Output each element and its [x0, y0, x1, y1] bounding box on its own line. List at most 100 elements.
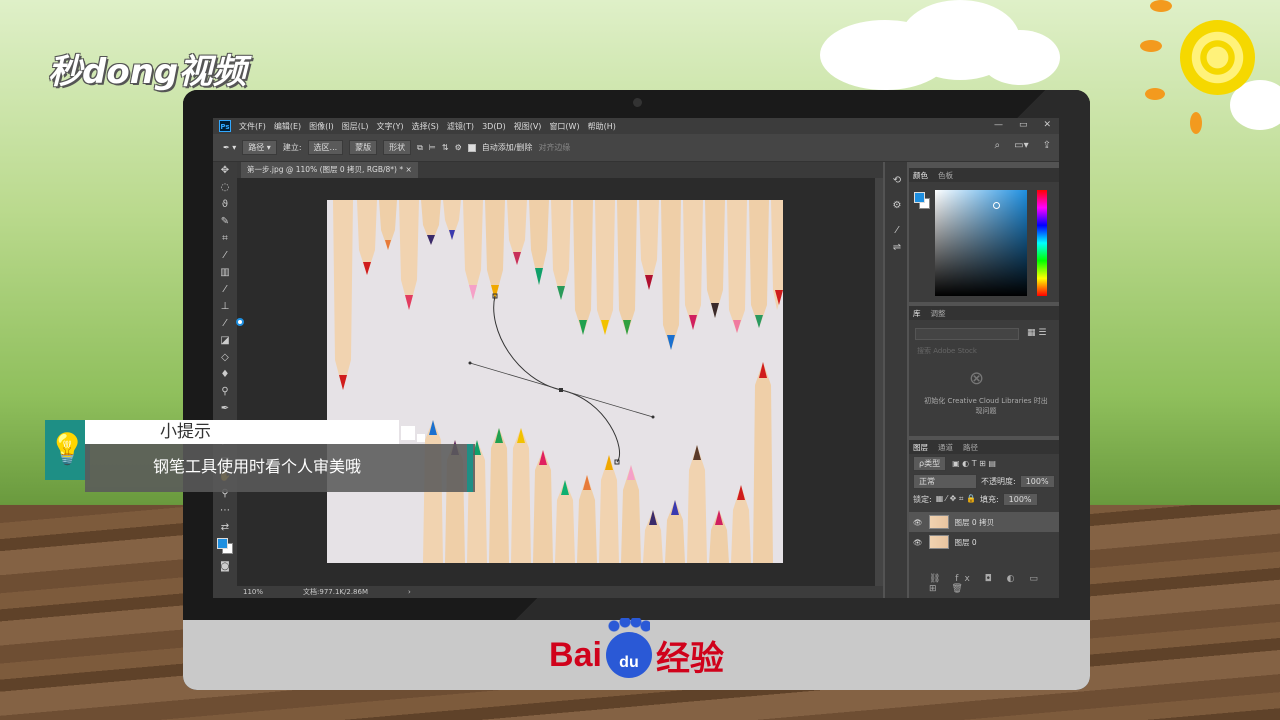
layer-row-selected[interactable]: 👁 图层 0 拷贝	[909, 512, 1059, 532]
menu-image[interactable]: 图像(I)	[309, 121, 334, 132]
tools-panel: ✥ ◌ ϑ ✎ ⌗ ⁄ ▥ ⁄ ⊥ ⁄ ◪ ◇ ♦ ⚲ ✒ T ➤ ▭ ✋ ⚲ …	[213, 162, 237, 598]
fill-input[interactable]: 100%	[1002, 492, 1038, 506]
layers-bottom-actions[interactable]: ⛓ fx ◘ ◐ ▭ ⊞ 🗑	[929, 574, 1059, 594]
menu-3d[interactable]: 3D(D)	[482, 122, 506, 131]
baidu-jingyan-logo: Bai du 经验	[549, 618, 724, 680]
menu-filter[interactable]: 滤镜(T)	[447, 121, 474, 132]
menu-layer[interactable]: 图层(L)	[342, 121, 369, 132]
document-size: 文档:977.1K/2.86M	[303, 588, 368, 596]
document-tab-title: 第一步.jpg @ 110% (图层 0 拷贝, RGB/8*) *	[247, 165, 404, 174]
align-edges-label[interactable]: 对齐边缘	[538, 142, 570, 153]
make-shape-button[interactable]: 形状	[383, 140, 412, 155]
layer-filter-icons[interactable]: ▣ ◐ T ⊞ ▤	[952, 459, 996, 468]
swap-colors-icon[interactable]: ⇄	[213, 519, 237, 536]
path-alignment-icon[interactable]: ⊨	[429, 143, 436, 152]
path-operations-icon[interactable]: ⧉	[417, 143, 423, 153]
pen-mode-select[interactable]: 路径 ▾	[242, 140, 277, 155]
document-tab-close-icon[interactable]: ×	[405, 165, 411, 174]
menu-edit[interactable]: 编辑(E)	[274, 121, 301, 132]
tab-color[interactable]: 颜色	[913, 170, 928, 181]
libraries-error-message: 初始化 Creative Cloud Libraries 时出现问题	[924, 397, 1048, 415]
tab-adjustments[interactable]: 调整	[931, 308, 946, 319]
tab-channels[interactable]: 通道	[938, 442, 953, 453]
hue-slider[interactable]	[1037, 190, 1047, 296]
tab-swatches[interactable]: 色板	[938, 170, 953, 181]
photoshop-app-icon[interactable]: Ps	[219, 120, 231, 132]
workspace-icon[interactable]: ▭▾	[1014, 140, 1028, 151]
layer-row[interactable]: 👁 图层 0	[909, 532, 1059, 552]
marquee-tool-icon[interactable]: ◌	[213, 179, 237, 196]
library-search-field[interactable]: 搜索 Adobe Stock	[913, 346, 1055, 358]
move-tool-icon[interactable]: ✥	[213, 162, 237, 179]
pen-mode-value: 路径	[248, 143, 265, 152]
restore-icon[interactable]: ▭	[1019, 120, 1028, 130]
menu-help[interactable]: 帮助(H)	[588, 121, 616, 132]
share-icon[interactable]: ⇪	[1043, 140, 1051, 151]
status-menu-arrow-icon[interactable]: ›	[408, 586, 411, 598]
brush-panel-icon[interactable]: ⁄	[885, 222, 909, 239]
color-field[interactable]	[935, 190, 1027, 296]
cursor-icon	[236, 318, 244, 326]
quick-select-tool-icon[interactable]: ✎	[213, 213, 237, 230]
search-icon[interactable]: ⌕	[995, 140, 1001, 151]
auto-add-delete-checkbox[interactable]	[467, 143, 476, 152]
lock-icons[interactable]: ▦ ⁄ ✥ ⌗ 🔒	[936, 494, 976, 504]
tab-paths[interactable]: 路径	[963, 442, 978, 453]
miaodong-video-logo: 秒dong视频	[48, 52, 247, 92]
foreground-color-swatch[interactable]	[217, 538, 228, 549]
menu-file[interactable]: 文件(F)	[239, 121, 266, 132]
blur-tool-icon[interactable]: ♦	[213, 366, 237, 383]
library-select[interactable]	[915, 328, 1019, 340]
paint-bucket-tool-icon[interactable]: ◇	[213, 349, 237, 366]
path-arrangement-icon[interactable]: ⇅	[442, 143, 449, 152]
more-tools-icon[interactable]: ⋯	[213, 502, 237, 519]
properties-panel-icon[interactable]: ⚙	[885, 197, 909, 214]
zoom-level[interactable]: 110%	[243, 586, 263, 598]
eyedropper-tool-icon[interactable]: ⁄	[213, 247, 237, 264]
document-tab[interactable]: 第一步.jpg @ 110% (图层 0 拷贝, RGB/8*) * ×	[241, 162, 418, 178]
color-picker-marker[interactable]	[993, 202, 1000, 209]
tip-title: 小提示	[85, 420, 399, 444]
tab-layers[interactable]: 图层	[913, 442, 928, 453]
dodge-tool-icon[interactable]: ⚲	[213, 383, 237, 400]
layer-visibility-eye-icon[interactable]: 👁	[913, 518, 923, 527]
gear-icon[interactable]: ⚙	[455, 143, 462, 152]
healing-brush-tool-icon[interactable]: ▥	[213, 264, 237, 281]
pen-tool-icon[interactable]: ✒	[213, 400, 237, 417]
pen-tool-preset-icon[interactable]: ✒ ▾	[223, 143, 236, 152]
blend-mode-select[interactable]: 正常	[913, 473, 977, 489]
quick-mask-icon[interactable]: ◙	[213, 558, 237, 575]
foreground-background-colors[interactable]	[213, 536, 237, 558]
lasso-tool-icon[interactable]: ϑ	[213, 196, 237, 213]
color-panel-foreground-swatch[interactable]	[914, 192, 925, 203]
layer-filter-select[interactable]: ρ类型	[913, 455, 947, 471]
eraser-tool-icon[interactable]: ◪	[213, 332, 237, 349]
menu-select[interactable]: 选择(S)	[412, 121, 439, 132]
opacity-input[interactable]: 100%	[1019, 474, 1055, 488]
menu-window[interactable]: 窗口(W)	[549, 121, 579, 132]
close-icon[interactable]: ✕	[1043, 120, 1051, 130]
minimize-icon[interactable]: —	[994, 120, 1003, 130]
history-brush-tool-icon[interactable]: ⁄	[213, 315, 237, 332]
sun-ray	[1150, 0, 1172, 12]
menu-type[interactable]: 文字(Y)	[376, 121, 403, 132]
status-bar: 110% 文档:977.1K/2.86M ›	[237, 586, 883, 598]
make-selection-button[interactable]: 选区...	[307, 140, 344, 155]
baidu-paw-icon: du	[605, 618, 652, 678]
menu-bar: Ps 文件(F) 编辑(E) 图像(I) 图层(L) 文字(Y) 选择(S) 滤…	[213, 118, 1059, 134]
make-mask-button[interactable]: 蒙版	[349, 140, 378, 155]
clone-stamp-tool-icon[interactable]: ⊥	[213, 298, 237, 315]
layer-visibility-eye-icon[interactable]: 👁	[913, 538, 923, 547]
canvas-vertical-scrollbar[interactable]	[875, 178, 883, 586]
tab-libraries[interactable]: 库	[913, 308, 921, 319]
canvas-area[interactable]	[237, 178, 875, 586]
menu-view[interactable]: 视图(V)	[514, 121, 542, 132]
adjust-panel-icon[interactable]: ⇌	[885, 239, 909, 256]
layer-name: 图层 0	[954, 537, 977, 547]
crop-tool-icon[interactable]: ⌗	[213, 230, 237, 247]
brush-tool-icon[interactable]: ⁄	[213, 281, 237, 298]
library-grid-view-icon[interactable]: ▦ ☰	[1027, 328, 1046, 338]
tip-decor-square	[401, 426, 415, 440]
history-panel-icon[interactable]: ⟲	[885, 172, 909, 189]
photoshop-window: Ps 文件(F) 编辑(E) 图像(I) 图层(L) 文字(Y) 选择(S) 滤…	[213, 118, 1059, 598]
